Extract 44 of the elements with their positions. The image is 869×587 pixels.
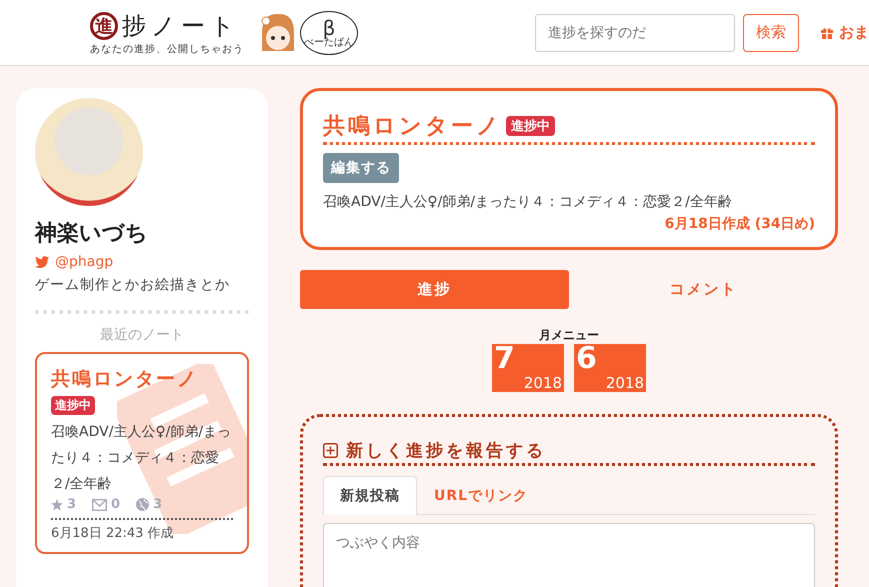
month-year: 2018	[524, 375, 562, 392]
report-heading: 新しく進捗を報告する	[346, 440, 546, 462]
month-menu-title: 月メニュー	[539, 327, 599, 344]
note-title: 共鳴ロンターノ	[51, 367, 199, 392]
month-number: 6	[576, 344, 598, 374]
tab[interactable]: URLでリンク	[417, 476, 546, 515]
month-tile[interactable]: 7 2018	[492, 344, 564, 392]
status-badge: 進捗中	[51, 396, 95, 415]
tab[interactable]: 新規投稿	[323, 476, 417, 515]
envelope-icon	[92, 498, 108, 510]
gift-icon	[821, 26, 833, 38]
created-date: 6月18日 22:43 作成	[51, 525, 175, 542]
comment-count: 0	[111, 497, 120, 512]
edit-button[interactable]: 編集する	[323, 153, 399, 183]
logo-text: 捗ノート	[122, 10, 240, 42]
globe-icon	[136, 498, 150, 511]
post-textarea[interactable]: つぶやく内容	[323, 523, 815, 587]
star-icon	[51, 498, 63, 510]
month-year: 2018	[606, 375, 644, 392]
logo-mark: 進	[90, 12, 118, 40]
view-count: 3	[153, 497, 162, 512]
tagline: あなたの進捗、公開しちゃおう	[90, 42, 244, 56]
note-tags: 召喚ADV/主人公♀/師弟/まったり４：コメディ４：恋愛２/全年齢	[323, 193, 815, 211]
twitter-handle[interactable]: @phagp	[55, 254, 114, 270]
month-tile[interactable]: 6 2018	[574, 344, 646, 392]
tab[interactable]: 進捗	[300, 270, 569, 309]
search-button[interactable]: 検索	[743, 14, 799, 52]
user-name: 神楽いづち	[35, 220, 149, 248]
plus-square-icon	[323, 443, 338, 458]
beta-label: べーたばん	[304, 38, 354, 48]
note-title: 共鳴ロンターノ	[323, 113, 502, 141]
favorite-count: 3	[67, 497, 76, 512]
gift-link[interactable]: おま	[839, 23, 869, 42]
twitter-bird-icon	[35, 256, 49, 268]
section-heading: 最近のノート	[99, 326, 185, 344]
note-card[interactable]: 共鳴ロンターノ 進捗中 召喚ADV/主人公♀/師弟/まったり４：コメディ４：恋愛２/全年齢 3 0 3 6月18日 22:43 作成	[35, 352, 249, 554]
note-tags: 召喚ADV/主人公♀/師弟/まったり４：コメディ４：恋愛２/全年齢	[51, 419, 233, 497]
tab[interactable]: コメント	[569, 270, 838, 309]
search-field[interactable]: 進捗を探すのだ	[535, 14, 735, 52]
user-bio: ゲーム制作とかお絵描きとか	[35, 276, 231, 294]
status-badge: 進捗中	[506, 116, 555, 136]
created-date: 6月18日作成 (34日め)	[664, 215, 815, 233]
beta-symbol: β	[322, 18, 336, 38]
month-number: 7	[494, 344, 516, 374]
